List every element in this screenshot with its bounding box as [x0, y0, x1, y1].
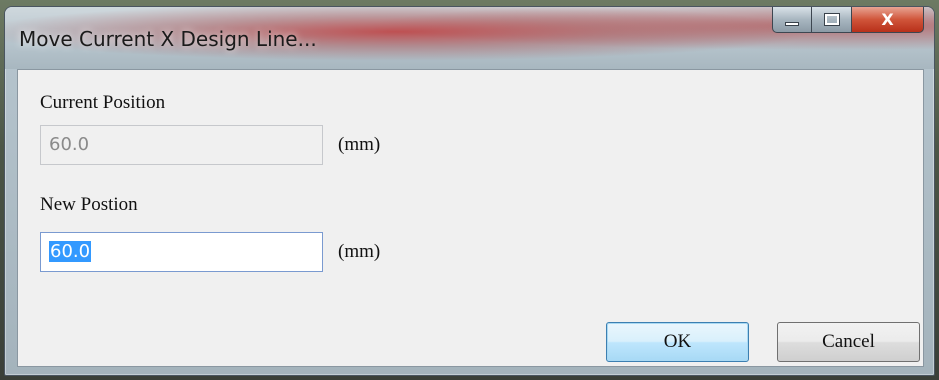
maximize-icon	[823, 13, 840, 26]
current-position-field: 60.0	[40, 125, 323, 165]
window-title: Move Current X Design Line...	[19, 27, 317, 51]
ok-button[interactable]: OK	[606, 322, 749, 362]
new-position-input[interactable]: 60.0	[40, 232, 323, 272]
close-icon: X	[881, 10, 894, 29]
minimize-button[interactable]	[772, 7, 812, 33]
close-button[interactable]: X	[852, 7, 924, 33]
dialog-window: Move Current X Design Line... X Current …	[4, 6, 935, 376]
dialog-client-area: Current Position 60.0 (mm) New Postion 6…	[17, 69, 924, 367]
title-bar[interactable]: Move Current X Design Line... X	[5, 7, 934, 69]
minimize-icon	[785, 21, 799, 26]
current-position-unit: (mm)	[338, 134, 381, 155]
new-position-unit: (mm)	[338, 241, 381, 262]
maximize-button[interactable]	[812, 7, 852, 33]
current-position-label: Current Position	[40, 92, 166, 113]
new-position-value: 60.0	[49, 241, 92, 262]
new-position-label: New Postion	[40, 194, 138, 215]
current-position-value: 60.0	[49, 134, 90, 155]
cancel-button[interactable]: Cancel	[777, 322, 920, 362]
caption-buttons: X	[772, 7, 924, 33]
